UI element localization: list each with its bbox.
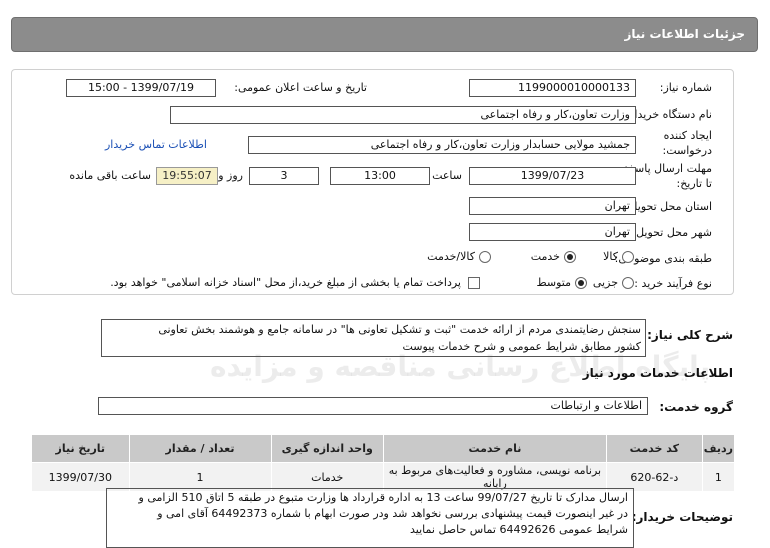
city-field: تهران <box>469 223 636 241</box>
process-minor-label: جزیی <box>592 276 618 289</box>
col-need-date: تاریخ نیاز <box>31 434 130 463</box>
service-group-label: گروه خدمت: <box>659 400 733 414</box>
title-bar: جزئیات اطلاعات نیاز <box>11 17 758 52</box>
buyer-notes-line-2: در غیر اینصورت قیمت پیشنهادی بررسی نخواه… <box>157 507 628 520</box>
summary-box: سنجش رضایتمندی مردم از ارائه خدمت "ثبت و… <box>101 319 646 357</box>
category-service-radio[interactable] <box>564 251 576 263</box>
process-label: نوع فرآیند خرید : <box>634 277 712 290</box>
need-number-field: 1199000010000133 <box>469 79 636 97</box>
process-medium-radio[interactable] <box>575 277 587 289</box>
need-number-label: شماره نیاز: <box>659 81 712 94</box>
buyer-notes-line-3: شرایط عمومی 64492626 تماس حاصل نمایید <box>410 523 628 536</box>
service-group-field: اطلاعات و ارتباطات <box>98 397 648 415</box>
creator-field: جمشید مولایی حسابدار وزارت تعاون،کار و ر… <box>248 136 636 154</box>
page-title: جزئیات اطلاعات نیاز <box>624 27 745 41</box>
days-label: روز و <box>218 169 243 182</box>
province-label: استان محل تحویل: <box>625 200 712 213</box>
announce-field: 1399/07/19 - 15:00 <box>66 79 216 97</box>
category-service-label: خدمت <box>530 250 560 263</box>
creator-label-1: ایجاد کننده <box>663 129 712 142</box>
page: ۰۲۱-۸۸۳۴۹۶۷۰-۵ ParsNamadData پایگاه اطلا… <box>0 0 770 548</box>
buyer-org-field: وزارت تعاون،کار و رفاه اجتماعی <box>170 106 636 124</box>
deadline-label-2: تا تاریخ: <box>676 177 712 190</box>
buyer-notes-label: توضیحات خریدار: <box>631 510 733 524</box>
payment-note: پرداخت تمام یا بخشی از مبلغ خرید،از محل … <box>110 276 461 289</box>
cell-row: 1 <box>701 462 736 492</box>
category-goods-service-label: کالا/خدمت <box>427 250 475 263</box>
col-quantity: تعداد / مقدار <box>128 434 272 463</box>
deadline-time-label: ساعت <box>432 169 462 182</box>
category-goods-label: کالا <box>603 250 618 263</box>
services-section-title: اطلاعات خدمات مورد نیاز <box>582 366 733 380</box>
buyer-notes-line-1: ارسال مدارک تا تاریخ 99/07/27 ساعت 13 به… <box>138 491 628 504</box>
contact-buyer-link[interactable]: اطلاعات تماس خریدار <box>105 138 207 151</box>
deadline-date-field: 1399/07/23 <box>469 167 636 185</box>
province-field: تهران <box>469 197 636 215</box>
summary-label: شرح کلی نیاز: <box>647 328 733 342</box>
buyer-org-label: نام دستگاه خریدار: <box>625 108 712 121</box>
col-service-name: نام خدمت <box>382 434 607 463</box>
col-service-code: کد خدمت <box>605 434 703 463</box>
days-field: 3 <box>249 167 319 185</box>
process-medium-label: متوسط <box>536 276 571 289</box>
treasury-payment-checkbox[interactable] <box>468 277 480 289</box>
deadline-time-field: 13:00 <box>330 167 430 185</box>
col-row: ردیف <box>701 434 736 463</box>
col-unit: واحد اندازه گیری <box>270 434 384 463</box>
category-goods-service-radio[interactable] <box>479 251 491 263</box>
category-goods-radio[interactable] <box>622 251 634 263</box>
creator-label-2: درخواست: <box>662 144 712 157</box>
summary-line-2: کشور مطابق شرایط عمومی و شرح خدمات پیوست <box>402 340 642 353</box>
remaining-label: ساعت باقی مانده <box>69 169 151 182</box>
city-label: شهر محل تحویل: <box>632 226 712 239</box>
summary-line-1: سنجش رضایتمندی مردم از ارائه خدمت "ثبت و… <box>158 323 641 336</box>
process-minor-radio[interactable] <box>622 277 634 289</box>
services-table: ردیف کد خدمت نام خدمت واحد اندازه گیری ت… <box>31 434 736 492</box>
announce-label: تاریخ و ساعت اعلان عمومی: <box>234 81 367 94</box>
deadline-label-1: مهلت ارسال پاسخ: <box>624 162 712 175</box>
remaining-time-field: 19:55:07 <box>156 167 218 185</box>
buyer-notes-box: ارسال مدارک تا تاریخ 99/07/27 ساعت 13 به… <box>106 488 634 548</box>
table-header-row: ردیف کد خدمت نام خدمت واحد اندازه گیری ت… <box>31 434 736 463</box>
